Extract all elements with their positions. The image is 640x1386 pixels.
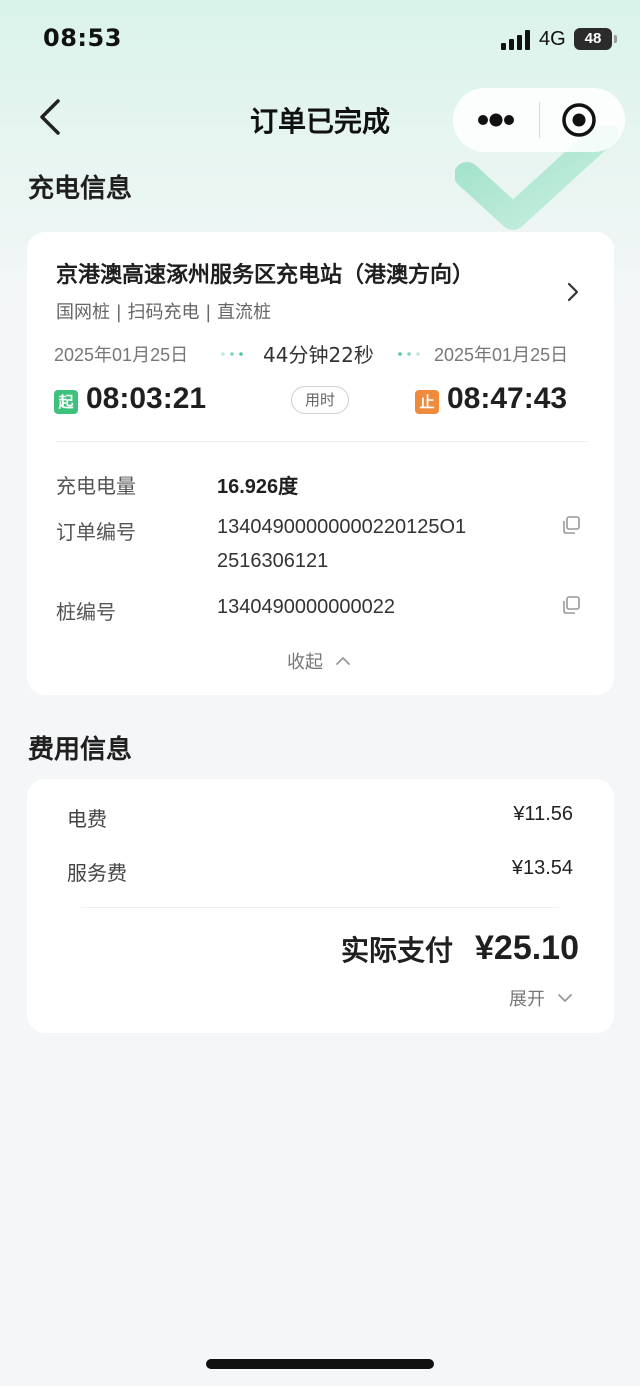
- battery-icon: 48: [574, 28, 617, 50]
- electricity-fee-value: ¥11.56: [513, 803, 573, 825]
- charging-duration: 44分钟22秒: [263, 343, 374, 367]
- use-time-tag: 用时: [291, 386, 349, 414]
- fee-info-card: 电费 ¥11.56 服务费 ¥13.54 实际支付 ¥25.10 展开: [27, 779, 614, 1033]
- end-badge: 止: [415, 390, 439, 414]
- station-tags: 国网桩 | 扫码充电 | 直流桩: [56, 302, 272, 323]
- order-number-line1: 13404900000000220125O1: [217, 516, 467, 538]
- expand-label: 展开: [509, 989, 545, 1010]
- network-label: 4G: [539, 28, 566, 50]
- copy-order-icon[interactable]: [561, 515, 581, 535]
- pile-number-value: 1340490000000022: [217, 596, 395, 618]
- dots-right-icon: [398, 352, 420, 356]
- more-icon[interactable]: [471, 100, 521, 140]
- energy-label: 充电电量: [56, 474, 136, 498]
- home-indicator: [206, 1359, 434, 1369]
- service-fee-label: 服务费: [67, 861, 127, 885]
- total-pay-label: 实际支付: [341, 934, 454, 967]
- pile-number-label: 桩编号: [56, 600, 116, 624]
- charging-section-title: 充电信息: [28, 174, 133, 204]
- total-pay-value: ¥25.10: [475, 929, 579, 967]
- status-bar: 08:53 4G 48: [0, 0, 640, 80]
- end-time: 08:47:43: [447, 382, 568, 415]
- start-badge: 起: [54, 390, 78, 414]
- mini-program-capsule: [453, 88, 625, 152]
- collapse-button[interactable]: 收起: [287, 648, 351, 674]
- expand-button[interactable]: 展开: [509, 985, 573, 1011]
- status-time: 08:53: [43, 24, 122, 52]
- start-time: 08:03:21: [86, 382, 207, 415]
- energy-value: 16.926度: [217, 476, 299, 498]
- order-number-line2: 2516306121: [217, 550, 329, 572]
- charging-info-card: 京港澳高速涿州服务区充电站（港澳方向） 国网桩 | 扫码充电 | 直流桩 202…: [27, 232, 614, 695]
- divider: [56, 441, 587, 442]
- copy-pile-icon[interactable]: [561, 595, 581, 615]
- fee-section-title: 费用信息: [28, 735, 133, 765]
- start-date: 2025年01月25日: [54, 345, 189, 365]
- chevron-down-icon: [557, 994, 572, 1002]
- capsule-divider: [539, 102, 540, 138]
- fee-divider: [81, 907, 559, 908]
- chevron-up-icon: [335, 657, 350, 665]
- station-name[interactable]: 京港澳高速涿州服务区充电站（港澳方向）: [56, 257, 474, 289]
- service-fee-value: ¥13.54: [511, 857, 573, 879]
- chevron-right-icon[interactable]: [563, 280, 583, 304]
- dots-left-icon: [221, 352, 243, 356]
- close-target-icon[interactable]: [559, 100, 599, 140]
- signal-icon: [501, 30, 530, 50]
- collapse-label: 收起: [287, 652, 323, 673]
- order-number-label: 订单编号: [56, 520, 136, 544]
- end-date: 2025年01月25日: [434, 345, 569, 365]
- electricity-fee-label: 电费: [67, 807, 107, 831]
